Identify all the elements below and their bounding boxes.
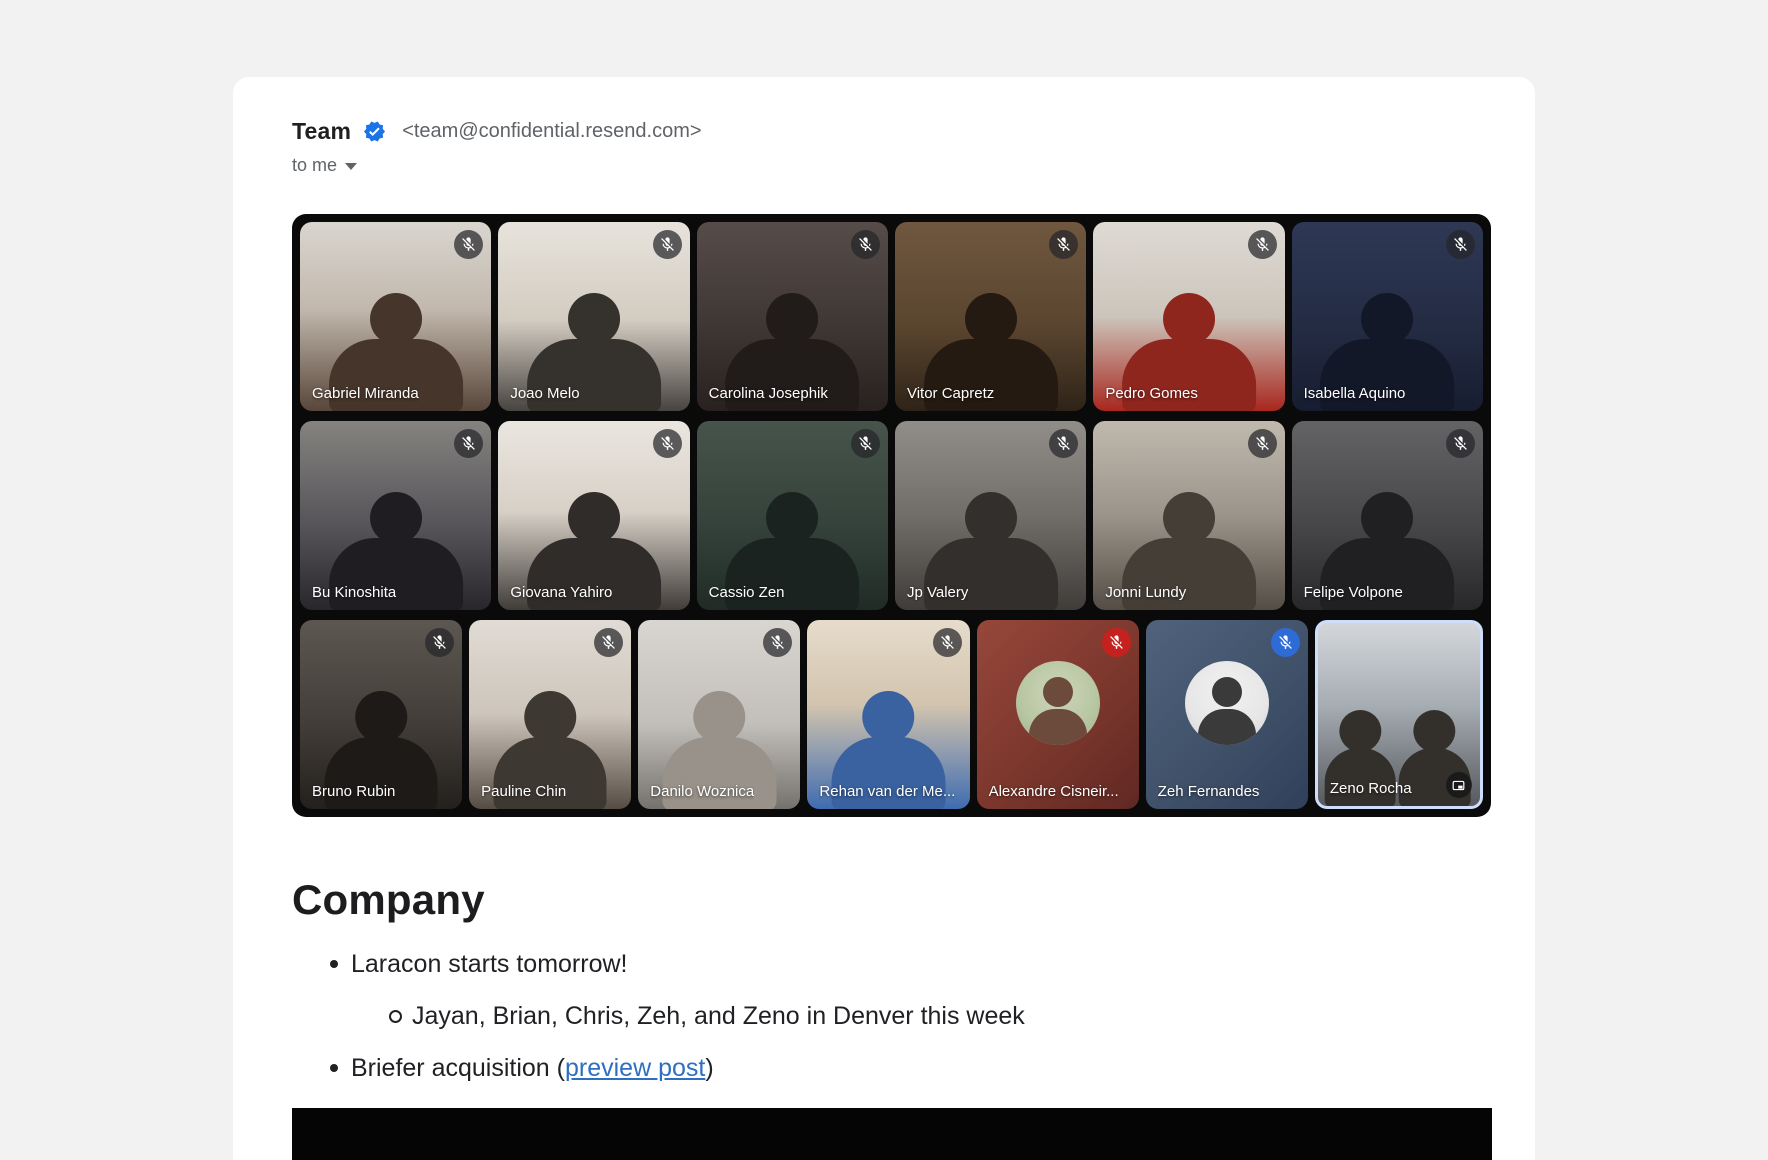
participant-name: Jp Valery — [907, 584, 968, 601]
participant-name: Jonni Lundy — [1105, 584, 1186, 601]
participant-tile: Bu Kinoshita — [300, 421, 491, 610]
mic-off-icon — [1248, 429, 1277, 458]
participant-name: Carolina Josephik — [709, 385, 828, 402]
mic-off-icon — [1049, 230, 1078, 259]
mic-off-icon — [653, 230, 682, 259]
participant-tile: Pauline Chin — [469, 620, 631, 809]
participant-name: Giovana Yahiro — [510, 584, 612, 601]
participant-tile: Zeh Fernandes — [1146, 620, 1308, 809]
participant-name: Pauline Chin — [481, 783, 566, 800]
participant-tile: Jp Valery — [895, 421, 1086, 610]
chevron-down-icon — [345, 163, 357, 170]
email-header: Team <team@confidential.resend.com> to m… — [292, 117, 1491, 177]
recipient-toggle[interactable]: to me — [292, 153, 357, 177]
participant-tile: Carolina Josephik — [697, 222, 888, 411]
verified-badge-icon — [363, 120, 386, 143]
mic-off-icon — [1446, 230, 1475, 259]
mic-off-icon — [1446, 429, 1475, 458]
mic-off-icon — [933, 628, 962, 657]
participant-tile: Rehan van der Me... — [807, 620, 969, 809]
avatar — [1016, 661, 1100, 745]
email-card: Team <team@confidential.resend.com> to m… — [233, 77, 1535, 1160]
participant-name: Bruno Rubin — [312, 783, 395, 800]
list-item: Briefer acquisition (preview post) — [351, 1053, 1491, 1083]
participant-tile: Danilo Woznica — [638, 620, 800, 809]
section-heading: Company — [292, 877, 1491, 923]
sender-name: Team — [292, 118, 351, 145]
mic-off-icon — [1049, 429, 1078, 458]
preview-post-link[interactable]: preview post — [565, 1054, 705, 1082]
participant-tile: Bruno Rubin — [300, 620, 462, 809]
embedded-image — [292, 1108, 1492, 1160]
participant-name: Zeno Rocha — [1330, 780, 1412, 797]
video-grid-row: Bu Kinoshita Giovana Yahiro Cassio Zen Jp V… — [300, 421, 1483, 610]
participant-tile: Joao Melo — [498, 222, 689, 411]
picture-in-picture-icon — [1446, 772, 1472, 798]
mic-off-icon — [1102, 628, 1131, 657]
participant-name: Alexandre Cisneir... — [989, 783, 1119, 800]
sender-line: Team <team@confidential.resend.com> — [292, 117, 1491, 145]
list-item-text: Laracon starts tomorrow! — [351, 950, 628, 978]
mic-off-icon — [594, 628, 623, 657]
mic-off-icon — [653, 429, 682, 458]
page-background: Team <team@confidential.resend.com> to m… — [0, 0, 1768, 1160]
participant-tile: Gabriel Miranda — [300, 222, 491, 411]
mic-off-icon — [851, 429, 880, 458]
list-subitem-text: Jayan, Brian, Chris, Zeh, and Zeno in De… — [412, 1002, 1025, 1030]
mic-off-icon — [1248, 230, 1277, 259]
participant-name: Pedro Gomes — [1105, 385, 1198, 402]
participant-name: Joao Melo — [510, 385, 579, 402]
list-item-text: ) — [705, 1054, 713, 1082]
list-subitem: Jayan, Brian, Chris, Zeh, and Zeno in De… — [412, 1001, 1491, 1031]
participant-tile: Pedro Gomes — [1093, 222, 1284, 411]
participant-tile: Vitor Capretz — [895, 222, 1086, 411]
mic-off-icon — [851, 230, 880, 259]
mic-off-icon — [454, 429, 483, 458]
list-item-text: Briefer acquisition ( — [351, 1054, 565, 1082]
participant-name: Gabriel Miranda — [312, 385, 419, 402]
participant-name: Danilo Woznica — [650, 783, 754, 800]
sender-email: <team@confidential.resend.com> — [402, 120, 701, 143]
participant-tile: Felipe Volpone — [1292, 421, 1483, 610]
participant-name: Bu Kinoshita — [312, 584, 396, 601]
bullet-list: Laracon starts tomorrow! Jayan, Brian, C… — [292, 949, 1491, 1083]
participant-tile: Giovana Yahiro — [498, 421, 689, 610]
avatar — [1185, 661, 1269, 745]
mic-off-icon — [454, 230, 483, 259]
participant-tile: Jonni Lundy — [1093, 421, 1284, 610]
participant-name: Cassio Zen — [709, 584, 785, 601]
participant-name: Rehan van der Me... — [819, 783, 955, 800]
participant-tile: Alexandre Cisneir... — [977, 620, 1139, 809]
recipient-label: to me — [292, 155, 337, 176]
mic-off-icon — [1271, 628, 1300, 657]
video-grid-row: Gabriel Miranda Joao Melo Carolina Josephi… — [300, 222, 1483, 411]
participant-name: Zeh Fernandes — [1158, 783, 1260, 800]
participant-name: Felipe Volpone — [1304, 584, 1403, 601]
mic-off-icon — [763, 628, 792, 657]
sub-bullet-list: Jayan, Brian, Chris, Zeh, and Zeno in De… — [351, 1001, 1491, 1031]
video-call-grid-image: Gabriel Miranda Joao Melo Carolina Josephi… — [292, 214, 1491, 817]
mic-off-icon — [425, 628, 454, 657]
participant-tile: Cassio Zen — [697, 421, 888, 610]
participant-name: Isabella Aquino — [1304, 385, 1406, 402]
participant-name: Vitor Capretz — [907, 385, 994, 402]
list-item: Laracon starts tomorrow! Jayan, Brian, C… — [351, 949, 1491, 1031]
participant-tile: Isabella Aquino — [1292, 222, 1483, 411]
video-grid-row: Bruno Rubin Pauline Chin Danilo Woznica Reh… — [300, 620, 1483, 809]
participant-tile: Zeno Rocha — [1315, 620, 1483, 809]
